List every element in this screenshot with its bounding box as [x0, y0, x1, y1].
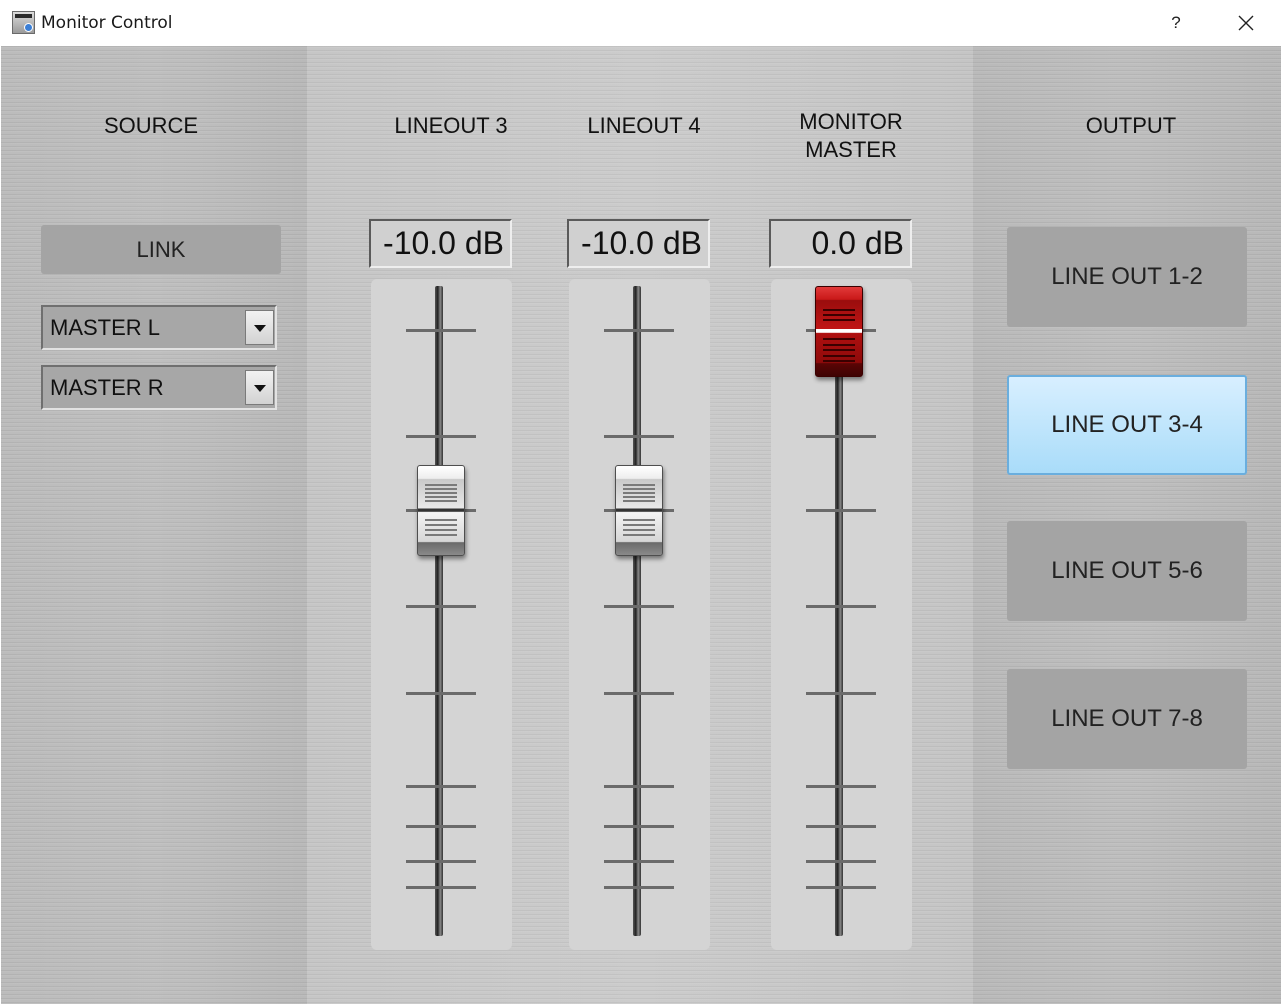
line-out-1-2-button[interactable]: LINE OUT 1-2 [1007, 227, 1247, 327]
fader-scale-tick [604, 692, 674, 695]
fader-scale-tick [406, 605, 476, 608]
help-button[interactable]: ? [1152, 0, 1200, 46]
line-out-5-6-button[interactable]: LINE OUT 5-6 [1007, 521, 1247, 621]
fader-scale-tick [406, 860, 476, 863]
chevron-down-icon[interactable] [245, 370, 274, 405]
monitor-master-header-line2: MASTER [805, 137, 897, 162]
window-title: Monitor Control [41, 13, 173, 33]
fader-scale-tick [806, 605, 876, 608]
fader-scale-tick [806, 785, 876, 788]
monitor-master-header: MONITOR MASTER [771, 108, 931, 164]
fader-scale-tick [604, 785, 674, 788]
fader-scale-tick [406, 435, 476, 438]
line-out-3-4-button[interactable]: LINE OUT 3-4 [1007, 375, 1247, 475]
source-left-select[interactable]: MASTER L [41, 305, 277, 350]
close-button[interactable] [1222, 0, 1270, 46]
lineout3-header: LINEOUT 3 [394, 113, 508, 138]
source-right-select[interactable]: MASTER R [41, 365, 277, 410]
fader-scale-tick [604, 329, 674, 332]
fader-scale-tick [406, 785, 476, 788]
fader-scale-tick [406, 692, 476, 695]
output-header: OUTPUT [1085, 113, 1177, 138]
source-right-value: MASTER R [50, 375, 164, 400]
fader-scale-tick [604, 435, 674, 438]
fader-scale-tick [604, 605, 674, 608]
source-header: SOURCE [103, 113, 199, 138]
fader-knob[interactable] [615, 464, 663, 556]
fader-scale-tick [406, 886, 476, 889]
fader-scale-tick [604, 825, 674, 828]
title-bar: Monitor Control ? [0, 0, 1282, 46]
lineout3-fader[interactable] [371, 279, 512, 950]
fader-rail [835, 286, 843, 936]
monitor-control-panel: SOURCE LINK MASTER L MASTER R LINEOUT 3 … [1, 46, 1281, 1004]
fader-scale-tick [806, 886, 876, 889]
source-section [1, 46, 307, 1004]
fader-scale-tick [604, 886, 674, 889]
fader-scale-tick [806, 860, 876, 863]
monitor-master-header-line1: MONITOR [799, 109, 903, 134]
fader-rail [633, 286, 641, 936]
fader-scale-tick [406, 329, 476, 332]
app-icon[interactable] [12, 11, 35, 34]
fader-scale-tick [406, 825, 476, 828]
lineout4-db-display: -10.0 dB [567, 219, 710, 268]
fader-scale-tick [806, 509, 876, 512]
line-out-7-8-button[interactable]: LINE OUT 7-8 [1007, 669, 1247, 769]
chevron-down-icon[interactable] [245, 310, 274, 345]
fader-rail [435, 286, 443, 936]
fader-knob[interactable] [417, 464, 465, 556]
monitor-master-db-display: 0.0 dB [769, 219, 912, 268]
monitor-master-fader[interactable] [771, 279, 912, 950]
lineout4-fader[interactable] [569, 279, 710, 950]
fader-scale-tick [806, 692, 876, 695]
source-left-value: MASTER L [50, 315, 161, 340]
fader-knob[interactable] [815, 286, 863, 377]
close-icon [1238, 15, 1254, 31]
fader-scale-tick [604, 860, 674, 863]
link-button[interactable]: LINK [41, 225, 281, 274]
fader-scale-tick [806, 435, 876, 438]
lineout4-header: LINEOUT 4 [587, 113, 701, 138]
lineout3-db-display: -10.0 dB [369, 219, 512, 268]
fader-scale-tick [806, 825, 876, 828]
